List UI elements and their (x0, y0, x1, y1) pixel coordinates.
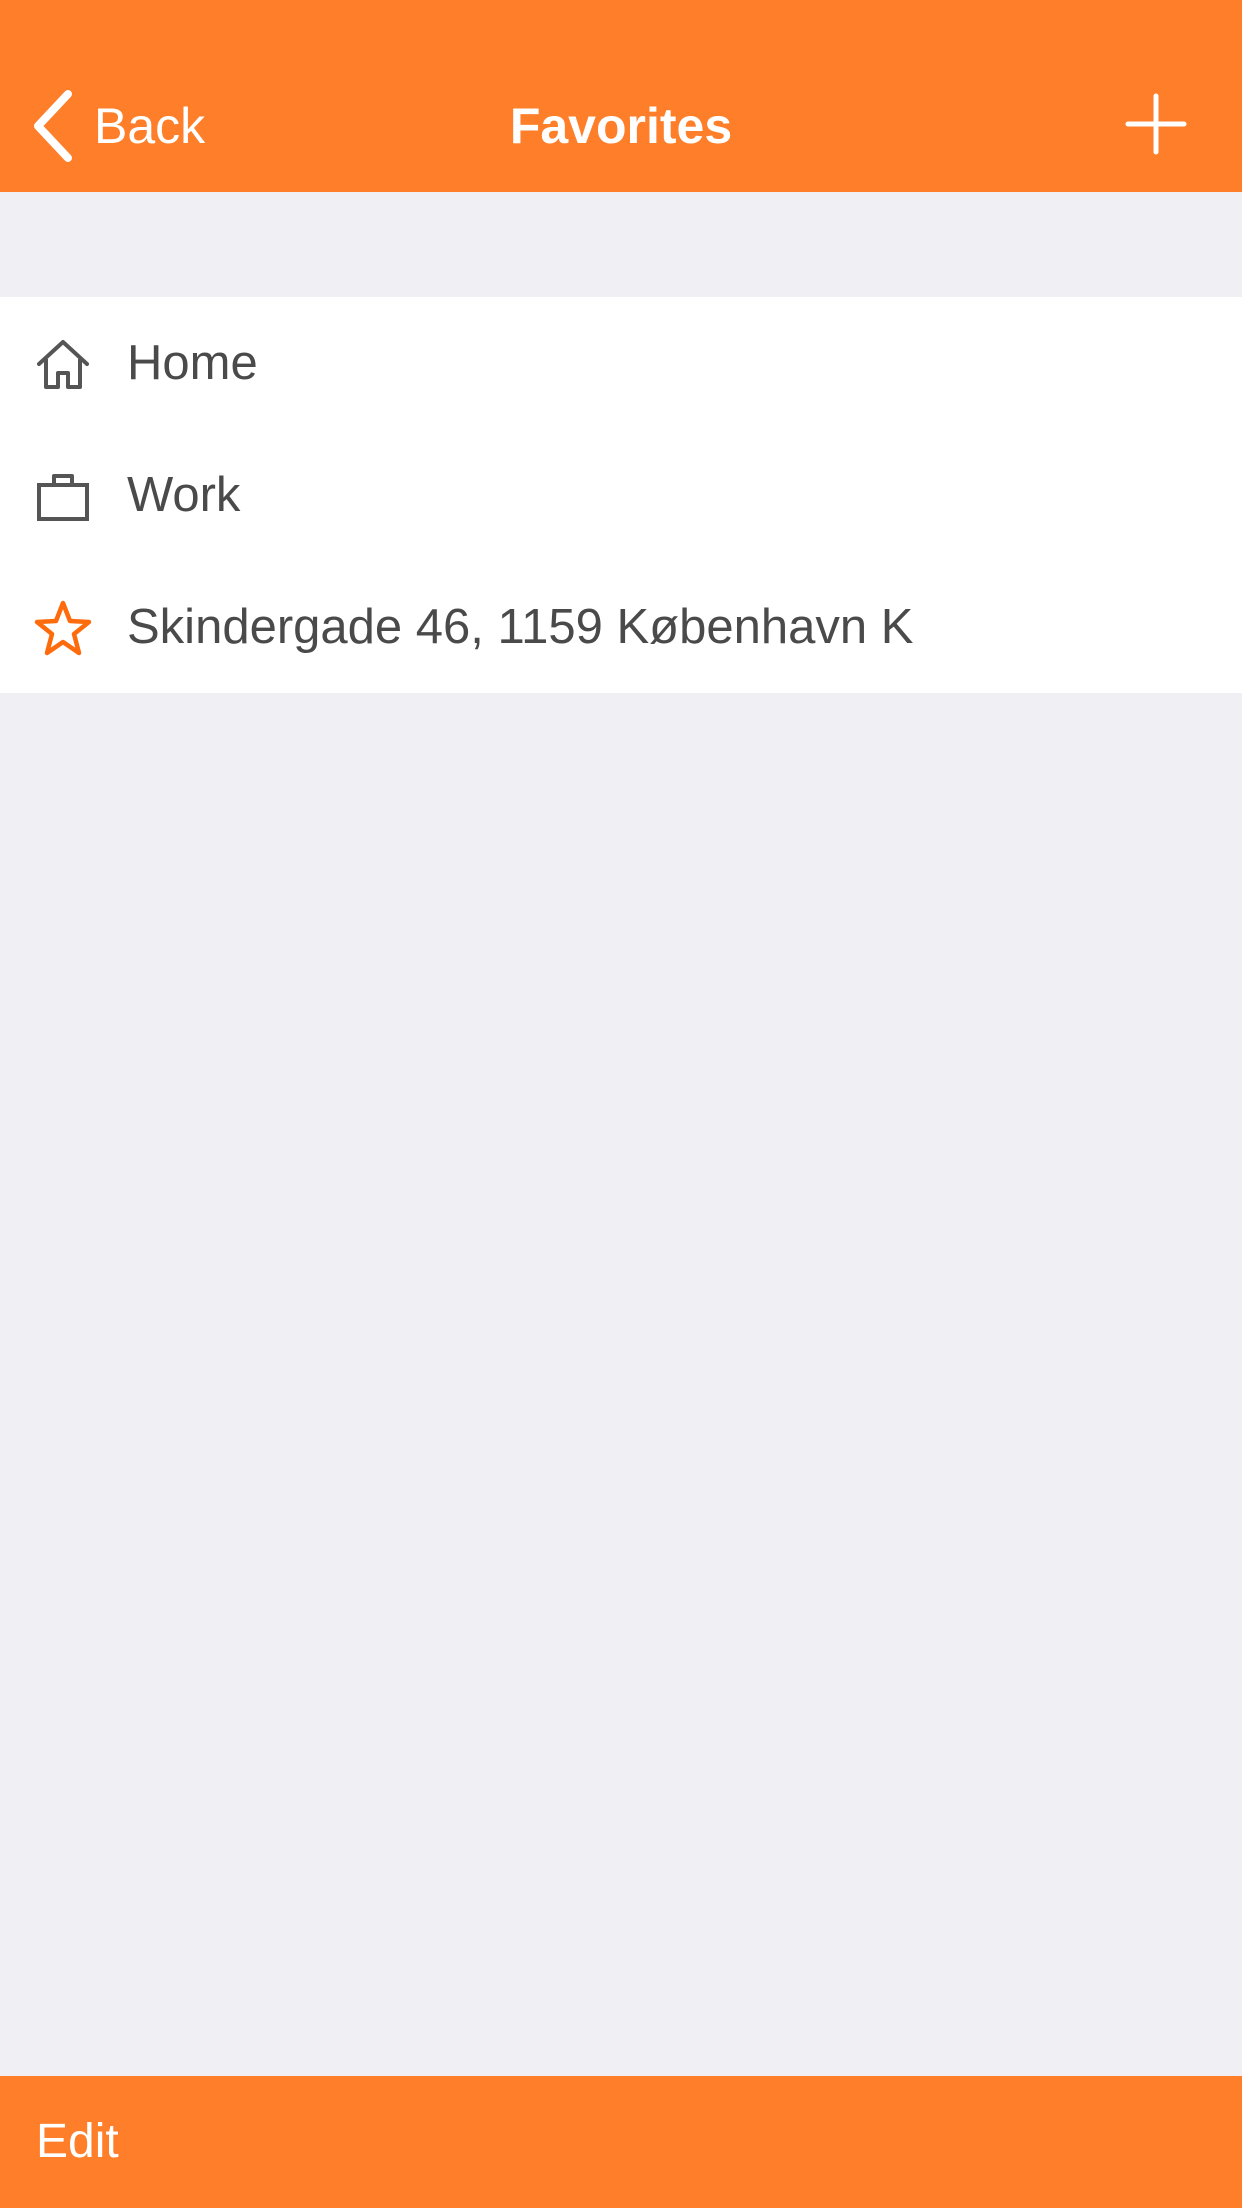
navigation-bar: Back Favorites (0, 0, 1242, 192)
favorites-list: Home Work Skindergade 46, 1159 København… (0, 297, 1242, 693)
list-item-address[interactable]: Skindergade 46, 1159 København K (0, 561, 1242, 693)
bottom-toolbar: Edit (0, 2076, 1242, 2208)
list-item-home[interactable]: Home (0, 297, 1242, 429)
plus-icon[interactable] (1124, 92, 1188, 156)
list-item-label: Skindergade 46, 1159 København K (127, 600, 914, 654)
briefcase-icon (37, 474, 89, 521)
page-title: Favorites (509, 98, 733, 154)
star-icon (34, 600, 92, 656)
list-item-label: Home (127, 336, 258, 390)
list-item-work[interactable]: Work (0, 429, 1242, 561)
list-item-label: Work (127, 468, 241, 522)
home-icon (37, 340, 89, 389)
edit-button[interactable]: Edit (36, 2076, 119, 2208)
